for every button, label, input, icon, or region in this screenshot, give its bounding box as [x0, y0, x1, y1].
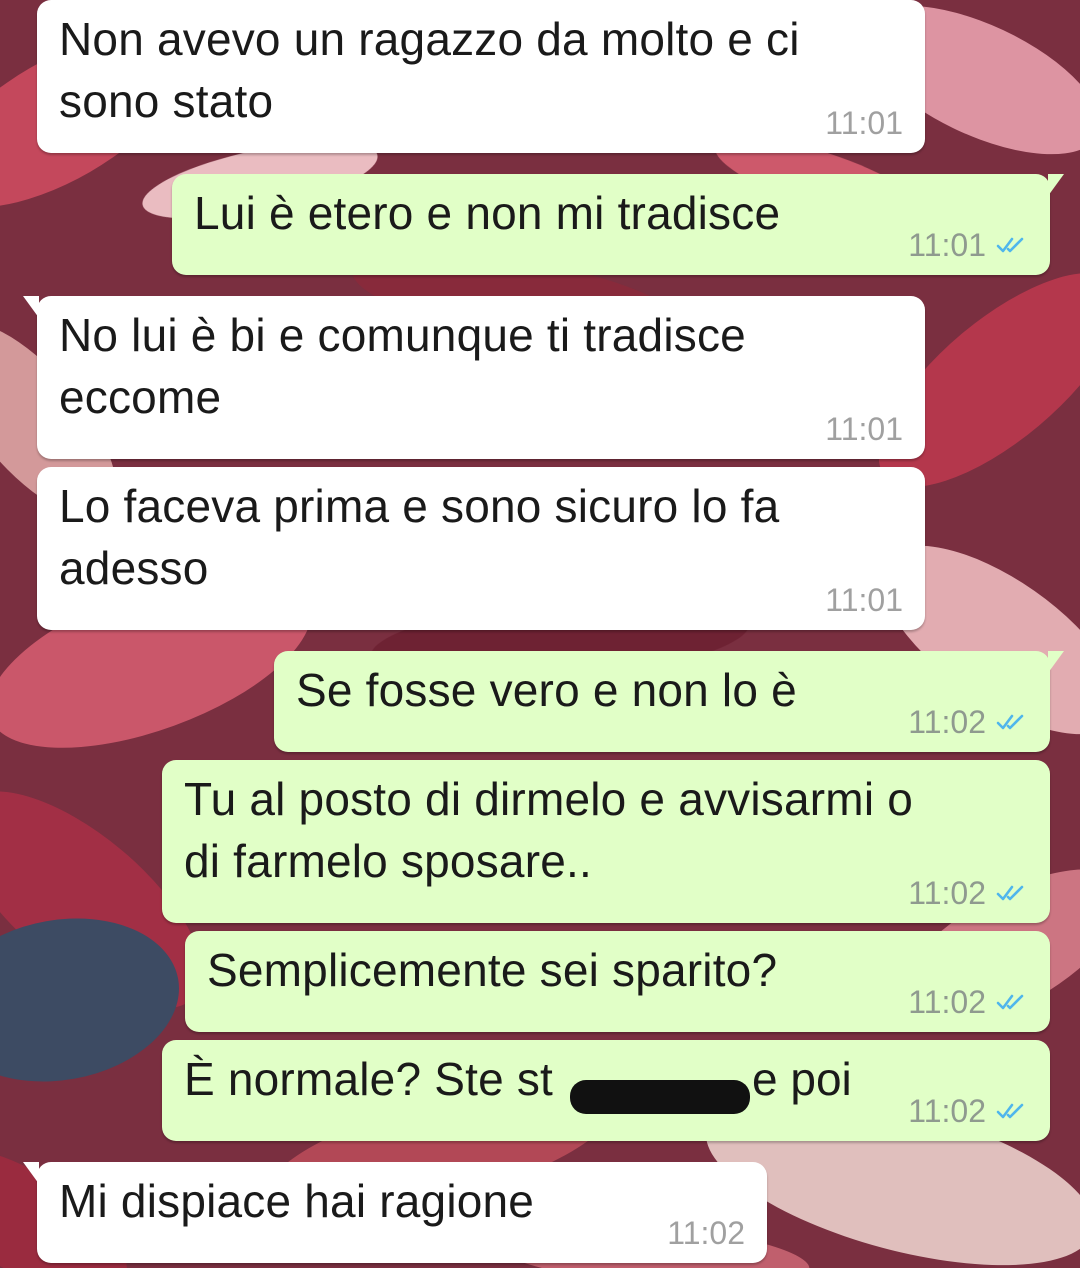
message-text: Non avevo un ragazzo da molto e ci sono …: [59, 13, 800, 127]
message-meta: 11:02: [908, 873, 1028, 913]
message-outgoing[interactable]: Semplicemente sei sparito? 11:02: [185, 931, 1050, 1032]
message-incoming[interactable]: Non avevo un ragazzo da molto e ci sono …: [37, 0, 925, 153]
read-double-check-icon: [996, 1103, 1024, 1119]
message-outgoing[interactable]: Tu al posto di dirmelo e avvisarmi o di …: [162, 760, 1050, 923]
bubble-tail: [1048, 651, 1064, 673]
message-incoming[interactable]: Mi dispiace hai ragione 11:02: [23, 1162, 767, 1263]
message-meta: 11:01: [908, 225, 1028, 265]
message-meta: 11:02: [908, 982, 1028, 1022]
message-incoming[interactable]: No lui è bi e comunque ti tradisce eccom…: [23, 296, 925, 459]
read-double-check-icon: [996, 885, 1024, 901]
message-text: Lo faceva prima e sono sicuro lo fa ades…: [59, 480, 780, 594]
message-meta: 11:01: [825, 103, 903, 143]
message-time: 11:02: [908, 984, 986, 1020]
bubble-tail: [23, 1162, 39, 1184]
message-text: Tu al posto di dirmelo e avvisarmi o di …: [184, 773, 914, 887]
message-time: 11:01: [825, 105, 903, 141]
read-double-check-icon: [996, 714, 1024, 730]
message-time: 11:02: [908, 704, 986, 740]
bubble-tail: [1048, 174, 1064, 196]
message-time: 11:01: [825, 411, 903, 447]
redaction-mark: [570, 1080, 750, 1114]
message-meta: 11:02: [908, 702, 1028, 742]
message-meta: 11:01: [825, 580, 903, 620]
message-time: 11:01: [908, 227, 986, 263]
message-text: No lui è bi e comunque ti tradisce eccom…: [59, 309, 746, 423]
message-text: Se fosse vero e non lo è: [296, 664, 797, 716]
message-text: È normale? Ste st: [184, 1053, 554, 1105]
message-text-after-redaction: e poi: [752, 1053, 852, 1105]
message-text: Mi dispiace hai ragione: [59, 1175, 535, 1227]
message-time: 11:01: [825, 582, 903, 618]
message-time: 11:02: [908, 1093, 986, 1129]
message-time: 11:02: [908, 875, 986, 911]
bubble-tail: [23, 296, 39, 318]
message-outgoing[interactable]: È normale? Ste st e poi 11:02: [162, 1040, 1050, 1141]
read-double-check-icon: [996, 994, 1024, 1010]
message-time: 11:02: [667, 1215, 745, 1251]
message-meta: 11:01: [825, 409, 903, 449]
message-meta: 11:02: [667, 1213, 745, 1253]
read-double-check-icon: [996, 237, 1024, 253]
message-meta: 11:02: [908, 1091, 1028, 1131]
chat-area[interactable]: Non avevo un ragazzo da molto e ci sono …: [0, 0, 1080, 1268]
message-outgoing[interactable]: Lui è etero e non mi tradisce 11:01: [172, 174, 1064, 275]
message-text: Semplicemente sei sparito?: [207, 944, 778, 996]
message-text: Lui è etero e non mi tradisce: [194, 187, 781, 239]
message-outgoing[interactable]: Se fosse vero e non lo è 11:02: [274, 651, 1064, 752]
message-incoming[interactable]: Lo faceva prima e sono sicuro lo fa ades…: [37, 467, 925, 630]
